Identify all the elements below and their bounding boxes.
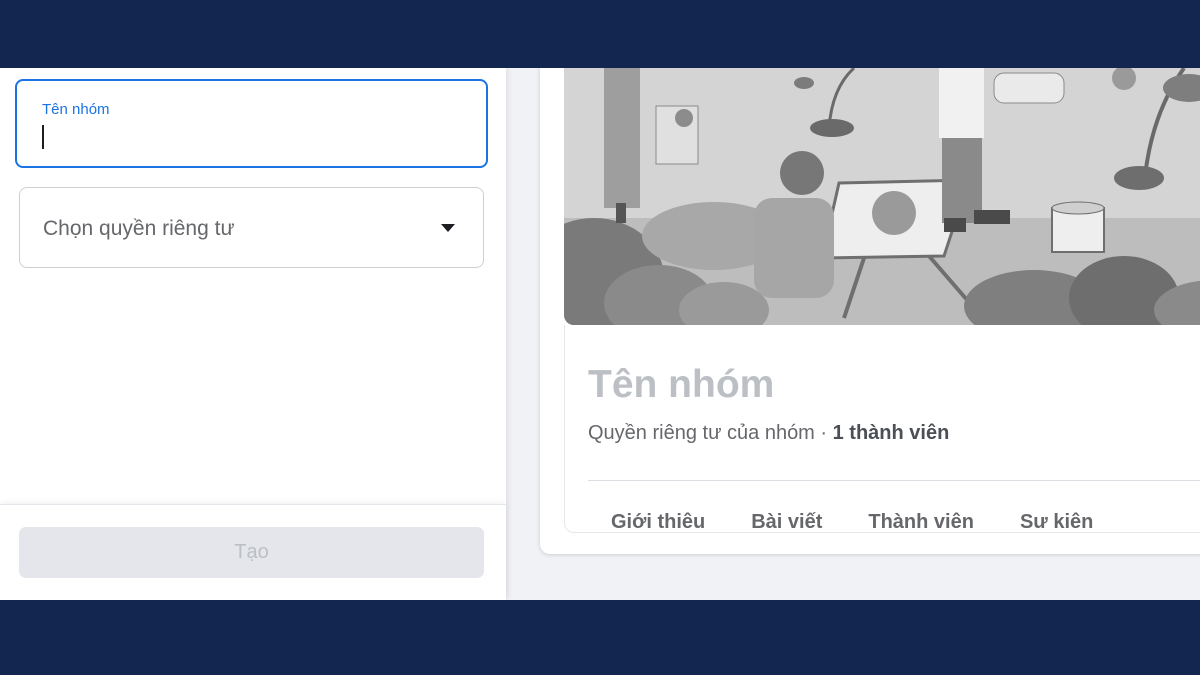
create-group-screen: Tên nhóm Chọn quyền riêng tư Tạo Tên nhó… — [0, 68, 1200, 600]
preview-tabs: Giới thiêu Bài viết Thành viên Sư kiên — [588, 505, 1116, 545]
preview-privacy-text: Quyền riêng tư của nhóm · — [588, 422, 833, 444]
bottom-band — [0, 600, 1200, 675]
text-cursor — [42, 125, 44, 149]
divider — [588, 480, 1200, 481]
preview-group-name: Tên nhóm — [588, 363, 775, 406]
tab-events[interactable]: Sư kiên — [997, 505, 1116, 545]
group-info-section: Tên nhóm Quyền riêng tư của nhóm · 1 thà… — [564, 325, 1200, 533]
caret-down-icon — [441, 224, 455, 232]
privacy-select-placeholder: Chọn quyền riêng tư — [43, 217, 235, 240]
group-preview-card: Tên nhóm Quyền riêng tư của nhóm · 1 thà… — [540, 68, 1200, 554]
top-band — [0, 0, 1200, 68]
tab-about[interactable]: Giới thiêu — [588, 505, 728, 545]
group-name-field[interactable]: Tên nhóm — [15, 79, 488, 168]
create-group-form-panel: Tên nhóm Chọn quyền riêng tư Tạo — [0, 68, 506, 600]
tab-posts[interactable]: Bài viết — [728, 505, 845, 545]
preview-group-meta: Quyền riêng tư của nhóm · 1 thành viên — [588, 422, 949, 445]
group-name-label: Tên nhóm — [42, 101, 110, 118]
cover-illustration — [564, 68, 1200, 325]
preview-member-count: 1 thành viên — [832, 422, 950, 444]
form-footer: Tạo — [0, 504, 506, 600]
group-name-input[interactable] — [42, 123, 462, 151]
garden-illustration — [564, 68, 1200, 325]
create-button[interactable]: Tạo — [19, 527, 484, 578]
tab-members[interactable]: Thành viên — [845, 505, 997, 545]
privacy-select[interactable]: Chọn quyền riêng tư — [19, 187, 484, 268]
